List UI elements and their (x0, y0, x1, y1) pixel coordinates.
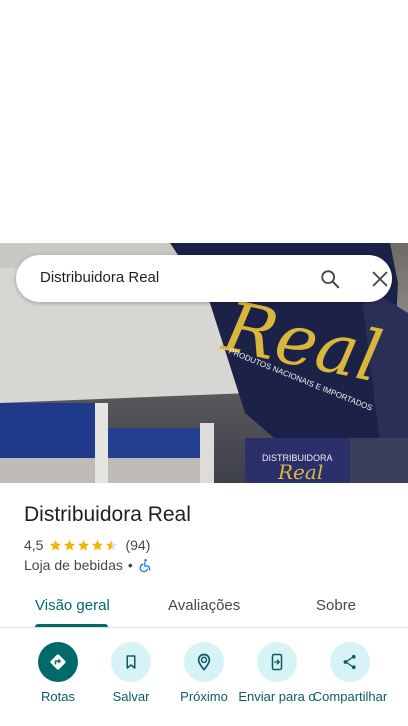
search-bar[interactable]: Distribuidora Real (16, 255, 392, 302)
category-label: Loja de bebidas (24, 557, 123, 573)
search-input[interactable]: Distribuidora Real (40, 269, 159, 286)
wheelchair-accessible-icon (139, 558, 151, 572)
tab-about[interactable]: Sobre (316, 597, 356, 614)
sign-small-real: Real (277, 460, 323, 483)
save-button[interactable]: Salvar (91, 640, 171, 704)
share-icon (343, 654, 356, 670)
star-icon (50, 539, 62, 550)
rating-row[interactable]: 4,5 (94) (24, 536, 150, 554)
directions-label: Rotas (41, 689, 75, 704)
send-to-phone-icon (271, 653, 283, 671)
directions-button[interactable]: Rotas (18, 640, 98, 704)
bookmark-icon (126, 655, 136, 669)
directions-icon (50, 654, 66, 670)
tab-overview[interactable]: Visão geral (35, 597, 110, 614)
star-icon (78, 539, 90, 550)
star-rating (49, 539, 119, 552)
tab-reviews[interactable]: Avaliações (168, 597, 240, 614)
star-icon (106, 539, 118, 550)
tab-bar: Visão geral Avaliações Sobre (0, 588, 408, 628)
share-label: Compartilhar (312, 689, 388, 704)
star-icon (64, 539, 76, 550)
place-title: Distribuidora Real (24, 503, 191, 526)
rating-value: 4,5 (24, 537, 44, 553)
send-to-phone-button[interactable]: Enviar para o (237, 640, 317, 704)
active-tab-indicator (35, 624, 108, 627)
map-area[interactable] (0, 0, 408, 243)
category-row: Loja de bebidas • (24, 557, 153, 573)
nearby-icon (197, 653, 211, 671)
star-icon (92, 539, 104, 550)
nearby-label: Próximo (180, 689, 228, 704)
save-label: Salvar (112, 689, 150, 704)
review-count[interactable]: (94) (125, 537, 150, 553)
send-to-phone-label: Enviar para o (238, 689, 316, 704)
action-bar: Rotas Salvar Próximo Enviar para o Compa… (0, 640, 408, 726)
separator-dot: • (127, 557, 133, 573)
close-icon[interactable] (369, 268, 391, 290)
nearby-button[interactable]: Próximo (164, 640, 244, 704)
share-button[interactable]: Compartilhar (310, 640, 390, 704)
search-icon[interactable] (319, 268, 341, 290)
